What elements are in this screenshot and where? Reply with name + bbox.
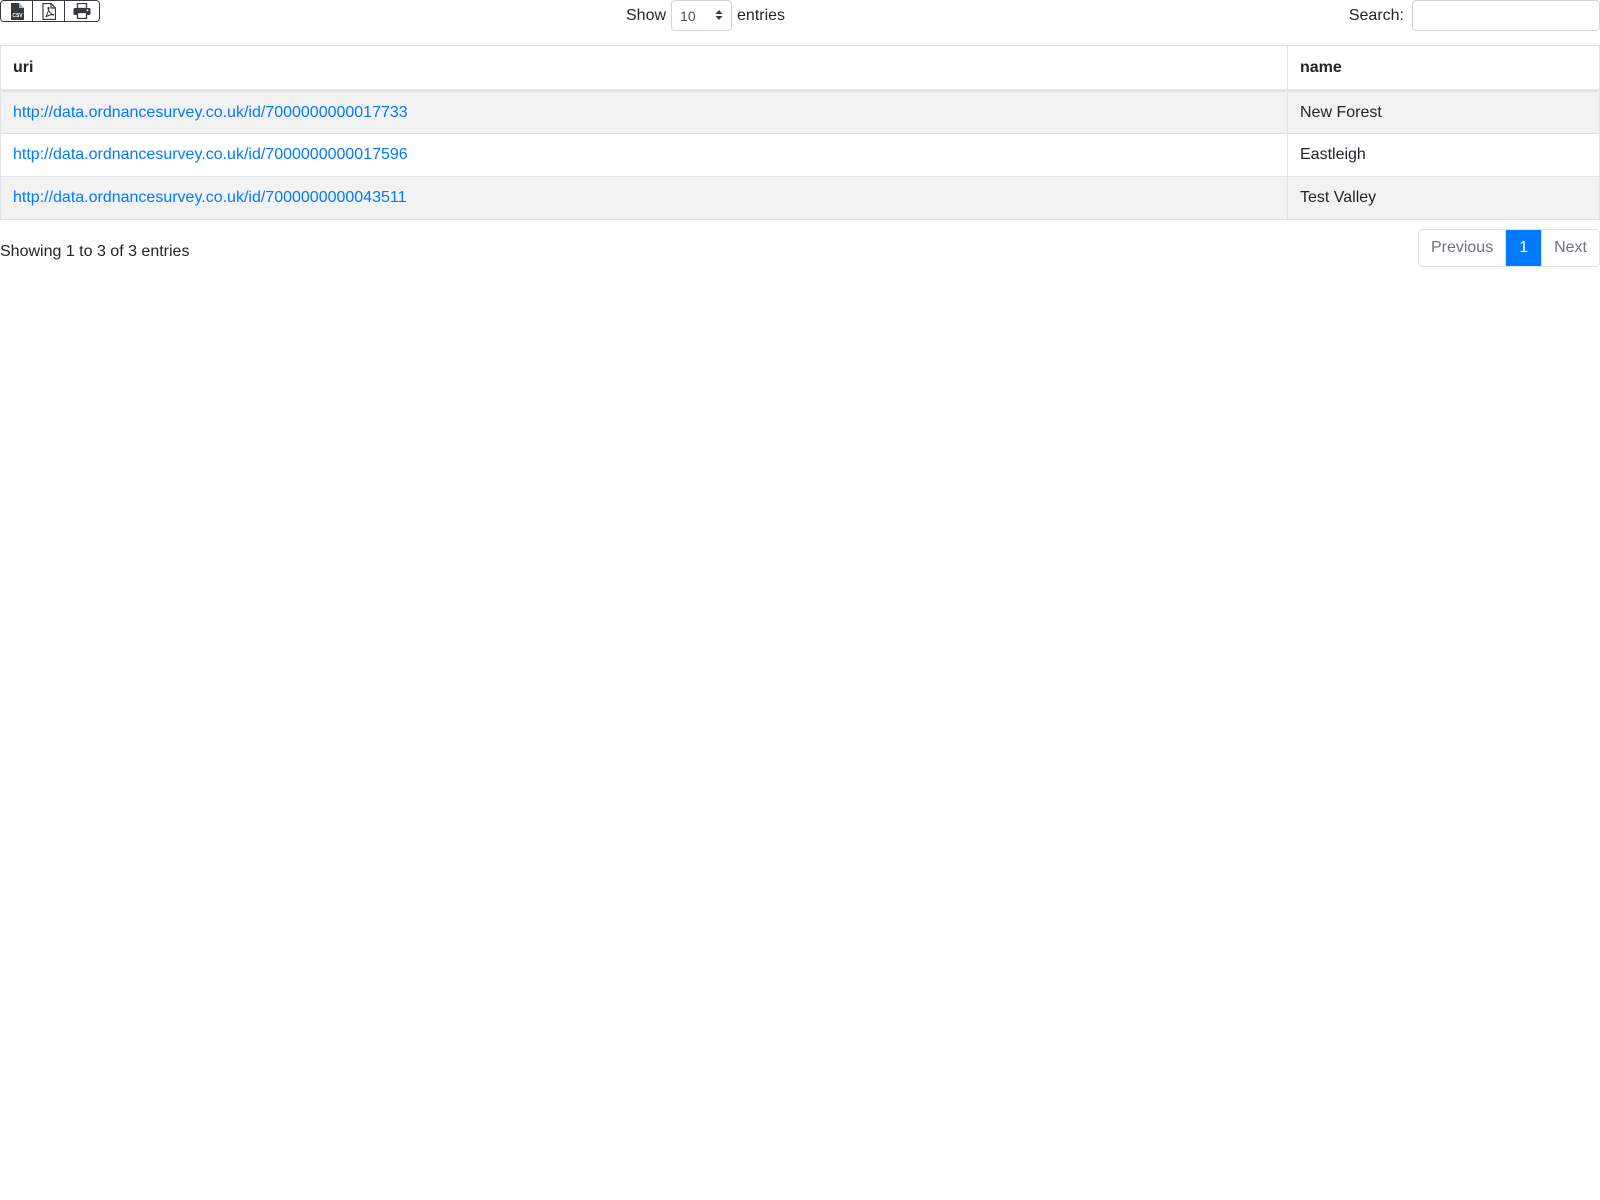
entries-label: entries <box>737 6 786 24</box>
page-length-control: Show 10 entries <box>626 0 785 31</box>
page-length-select[interactable]: 10 <box>671 0 733 31</box>
table-row: http://data.ordnancesurvey.co.uk/id/7000… <box>0 133 1600 177</box>
show-label: Show <box>626 6 667 24</box>
name-cell: New Forest <box>1287 90 1600 134</box>
print-button[interactable] <box>64 1 99 21</box>
uri-cell: http://data.ordnancesurvey.co.uk/id/7000… <box>0 176 1288 220</box>
csv-export-button[interactable]: CSV <box>1 1 32 21</box>
uri-cell: http://data.ordnancesurvey.co.uk/id/7000… <box>0 90 1288 134</box>
page-length-value: 10 <box>680 7 696 24</box>
uri-link[interactable]: http://data.ordnancesurvey.co.uk/id/7000… <box>13 104 408 121</box>
search-control: Search: <box>1349 0 1600 31</box>
next-page-button[interactable]: Next <box>1541 230 1599 266</box>
pdf-file-icon <box>41 2 56 20</box>
search-input[interactable] <box>1412 0 1600 31</box>
table-info: Showing 1 to 3 of 3 entries <box>0 243 190 260</box>
uri-link[interactable]: http://data.ordnancesurvey.co.uk/id/7000… <box>13 189 406 206</box>
column-header-name[interactable]: name <box>1287 45 1600 92</box>
table-row: http://data.ordnancesurvey.co.uk/id/7000… <box>0 176 1600 220</box>
search-label: Search: <box>1348 6 1404 24</box>
printer-icon <box>73 3 91 19</box>
previous-page-button[interactable]: Previous <box>1418 230 1506 266</box>
table-header-row: uri name <box>0 45 1600 92</box>
uri-cell: http://data.ordnancesurvey.co.uk/id/7000… <box>0 133 1288 177</box>
select-arrows-icon <box>715 8 723 24</box>
pagination: Previous 1 Next <box>1417 229 1600 267</box>
export-button-group: CSV <box>0 0 100 22</box>
name-cell: Test Valley <box>1287 176 1600 220</box>
page-1-button[interactable]: 1 <box>1505 230 1542 266</box>
data-table: uri name http://data.ordnancesurvey.co.u… <box>0 45 1600 220</box>
name-cell: Eastleigh <box>1287 133 1600 177</box>
uri-link[interactable]: http://data.ordnancesurvey.co.uk/id/7000… <box>13 146 408 163</box>
svg-text:CSV: CSV <box>12 13 23 19</box>
column-header-uri[interactable]: uri <box>0 45 1288 92</box>
page: CSV Show 10 entries Search: uri name htt… <box>0 0 1600 1200</box>
pdf-export-button[interactable] <box>32 1 64 21</box>
csv-file-icon: CSV <box>10 2 24 20</box>
table-row: http://data.ordnancesurvey.co.uk/id/7000… <box>0 90 1600 134</box>
